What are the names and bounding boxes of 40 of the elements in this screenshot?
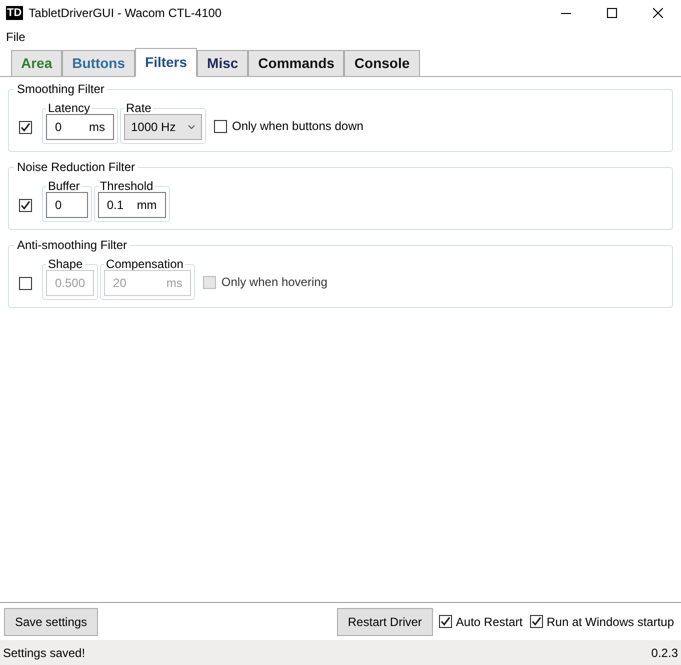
checkbox-label: Only when hovering (221, 274, 328, 291)
field-label: Threshold (98, 179, 156, 193)
field-label: Latency (46, 101, 92, 115)
input-field[interactable]: 0 (46, 192, 88, 218)
checkbox[interactable] (214, 120, 227, 132)
window-title: TabletDriverGUI - Wacom CTL-4100 (28, 5, 222, 22)
checkbox-label: Auto Restart (456, 614, 523, 630)
minimize-icon (561, 12, 571, 14)
menu-item[interactable]: File (6, 28, 26, 46)
group-title: Noise Reduction Filter (14, 160, 138, 174)
checkbox-label: Only when buttons down (232, 118, 364, 135)
restart-driver-button[interactable]: Restart Driver (336, 608, 433, 636)
group-title: Smoothing Filter (14, 82, 108, 96)
checkbox-label: Run at Windows startup (546, 614, 674, 630)
checkbox[interactable] (438, 615, 452, 628)
field-label: Rate (124, 101, 154, 115)
status-message: Settings saved! (3, 644, 86, 662)
maximize-icon (607, 8, 617, 18)
rate-dropdown[interactable]: 1000 Hz (124, 114, 202, 140)
input-field[interactable]: 0.1 mm (98, 192, 166, 218)
tab[interactable]: Area (11, 50, 62, 77)
tab[interactable]: Console (344, 50, 420, 77)
checkbox[interactable] (530, 615, 543, 628)
field-label: Shape (46, 257, 85, 271)
caret-icon (188, 125, 195, 129)
tab[interactable]: Buttons (62, 50, 136, 77)
checkbox[interactable] (19, 199, 32, 212)
checkbox[interactable] (19, 121, 32, 134)
field-label: Compensation (104, 257, 186, 271)
field-label: Buffer (46, 179, 82, 193)
tab[interactable]: Filters (135, 48, 198, 77)
tab[interactable]: Misc (197, 50, 248, 77)
close-icon (653, 8, 663, 18)
checkbox[interactable] (19, 277, 32, 290)
tab[interactable]: Commands (248, 50, 344, 77)
input-field[interactable]: 0 ms (46, 114, 114, 140)
save-settings-button[interactable]: Save settings (4, 608, 98, 636)
app-icon: TD (6, 6, 23, 20)
version-label: 0.2.3 (651, 644, 678, 662)
group-title: Anti-smoothing Filter (14, 238, 130, 252)
